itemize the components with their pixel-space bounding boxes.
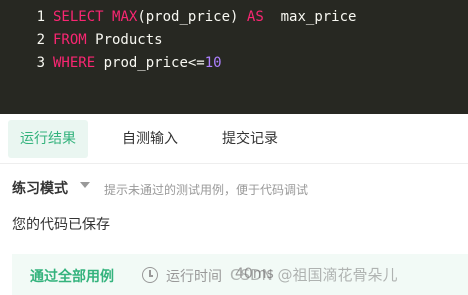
number-literal: 10 — [204, 55, 222, 71]
result-status: 通过全部用例 — [30, 269, 114, 285]
keyword-select: SELECT — [53, 9, 104, 25]
clock-icon — [142, 267, 158, 283]
runtime-label: 运行时间 — [166, 269, 222, 285]
keyword-as: AS — [246, 9, 264, 25]
watermark: CSDN @祖国滴花骨朵儿 — [230, 266, 398, 284]
chevron-down-icon[interactable] — [80, 182, 90, 188]
code-line-3[interactable]: 3 WHERE prod_price<=10 — [0, 52, 222, 74]
tab-submission-history[interactable]: 提交记录 — [210, 120, 290, 158]
keyword-where: WHERE — [53, 55, 96, 71]
mode-hint: 提示未通过的测试用例，便于代码调试 — [104, 183, 309, 197]
code-editor[interactable]: 1 SELECT MAX(prod_price) AS max_price 2 FR… — [0, 0, 468, 114]
tab-run-result[interactable]: 运行结果 — [8, 120, 88, 158]
mode-row: 练习模式 提示未通过的测试用例，便于代码调试 — [0, 176, 468, 202]
mode-select[interactable]: 练习模式 — [12, 178, 68, 198]
function-max: MAX — [112, 9, 138, 25]
code-line-1[interactable]: 1 SELECT MAX(prod_price) AS max_price — [0, 6, 357, 28]
code-text: prod_price<= — [95, 55, 205, 71]
line-number: 1 — [36, 9, 45, 25]
tab-custom-input[interactable]: 自测输入 — [110, 120, 190, 158]
code-text: Products — [86, 32, 163, 48]
result-tabs: 运行结果 自测输入 提交记录 — [0, 114, 468, 164]
code-text: (prod_price) — [137, 9, 247, 25]
line-number: 3 — [36, 55, 45, 71]
code-text: max_price — [263, 9, 357, 25]
keyword-from: FROM — [53, 32, 87, 48]
code-line-2[interactable]: 2 FROM Products — [0, 29, 163, 51]
save-status: 您的代码已保存 — [12, 217, 110, 233]
line-number: 2 — [36, 32, 45, 48]
